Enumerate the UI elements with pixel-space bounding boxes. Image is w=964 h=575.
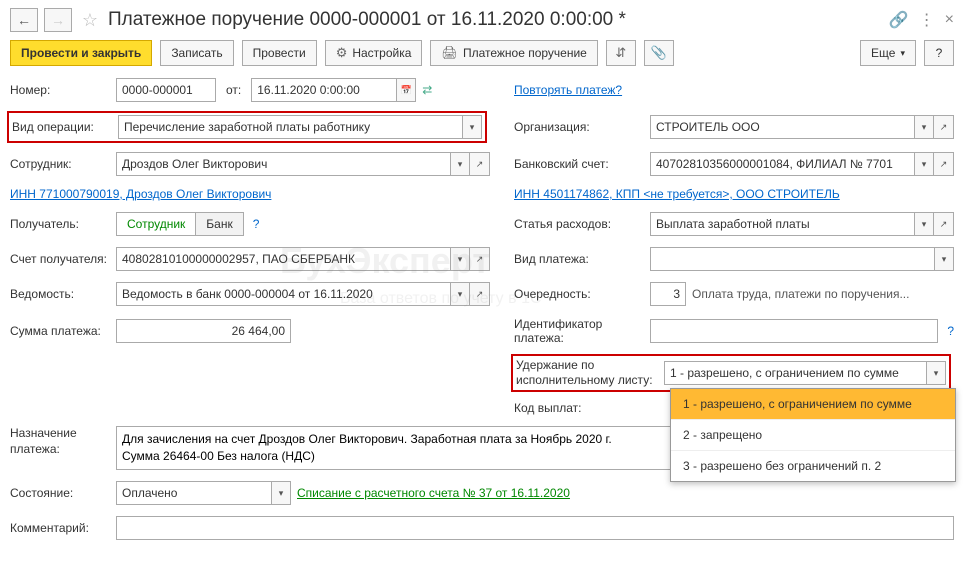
chevron-down-icon[interactable]: ▾ [914,152,934,176]
employee-label: Сотрудник: [10,157,110,171]
print-icon: 🖨 [441,45,458,61]
favorite-icon[interactable]: ☆ [78,8,102,32]
attachments-button[interactable]: 📎 [644,40,674,66]
chevron-down-icon[interactable]: ▾ [450,152,470,176]
save-button[interactable]: Записать [160,40,233,66]
chevron-down-icon[interactable]: ▾ [462,115,482,139]
org-label: Организация: [514,120,644,134]
op-type-label: Вид операции: [12,120,112,134]
hierarchy-icon: ⇵ [615,45,626,61]
chevron-down-icon[interactable]: ▾ [914,212,934,236]
rec-acc-select[interactable]: 40802810100000002957, ПАО СБЕРБАНК [116,247,450,271]
chevron-down-icon[interactable]: ▾ [934,247,954,271]
writeoff-link[interactable]: Списание с расчетного счета № 37 от 16.1… [297,486,570,500]
pay-type-label: Вид платежа: [514,252,644,266]
close-icon[interactable]: × [945,11,954,29]
toggle-employee[interactable]: Сотрудник [117,213,195,235]
priority-hint: Оплата труда, платежи по поручения... [692,287,909,301]
calendar-icon[interactable]: 📅 [396,78,416,102]
date-input[interactable]: 16.11.2020 0:00:00 [251,78,396,102]
chevron-down-icon[interactable]: ▾ [926,361,946,385]
nav-forward-button[interactable]: → [44,8,72,32]
chevron-down-icon[interactable]: ▾ [450,247,470,271]
print-button[interactable]: 🖨Платежное поручение [430,40,597,66]
open-icon[interactable]: ↗ [470,282,490,306]
org-select[interactable]: СТРОИТЕЛЬ ООО [650,115,914,139]
dropdown-option-3[interactable]: 3 - разрешено без ограничений п. 2 [671,450,955,481]
inn-left-link[interactable]: ИНН 771000790019, Дроздов Олег Викторови… [10,187,271,201]
inn-right-link[interactable]: ИНН 4501174862, КПП <не требуется>, ООО … [514,187,840,201]
purpose-label: Назначение платежа: [10,426,110,457]
comment-label: Комментарий: [10,521,110,535]
sheet-select[interactable]: Ведомость в банк 0000-000004 от 16.11.20… [116,282,450,306]
payer-id-label: Идентификатор платежа: [514,317,644,345]
open-icon[interactable]: ↗ [934,115,954,139]
from-label: от: [226,83,241,97]
repeat-payment-link[interactable]: Повторять платеж? [514,83,622,97]
kebab-icon[interactable]: ⋮ [919,10,935,30]
help-icon[interactable]: ? [253,217,260,231]
pay-type-select[interactable] [650,247,934,271]
gear-icon: ⚙ [336,45,348,61]
open-icon[interactable]: ↗ [934,152,954,176]
recipient-toggle[interactable]: Сотрудник Банк [116,212,244,236]
recipient-label: Получатель: [10,217,110,231]
bank-acc-label: Банковский счет: [514,157,644,171]
withhold-dropdown: 1 - разрешено, с ограничением по сумме 2… [670,388,956,482]
state-label: Состояние: [10,486,110,500]
settings-button[interactable]: ⚙Настройка [325,40,423,66]
rec-acc-label: Счет получателя: [10,252,110,266]
chevron-down-icon[interactable]: ▾ [271,481,291,505]
number-input[interactable]: 0000-000001 [116,78,216,102]
more-button[interactable]: Еще ▾ [860,40,916,66]
paperclip-icon: 📎 [651,45,667,61]
link-icon[interactable]: 🔗 [889,10,909,30]
exp-item-label: Статья расходов: [514,217,644,231]
toggle-bank[interactable]: Банк [195,213,242,235]
open-icon[interactable]: ↗ [470,152,490,176]
exp-item-select[interactable]: Выплата заработной платы [650,212,914,236]
comment-input[interactable] [116,516,954,540]
sum-label: Сумма платежа: [10,324,110,338]
employee-select[interactable]: Дроздов Олег Викторович [116,152,450,176]
help-button[interactable]: ? [924,40,954,66]
post-button[interactable]: Провести [242,40,317,66]
open-icon[interactable]: ↗ [934,212,954,236]
post-and-close-button[interactable]: Провести и закрыть [10,40,152,66]
sum-input[interactable]: 26 464,00 [116,319,291,343]
window-title: Платежное поручение 0000-000001 от 16.11… [108,9,883,31]
chevron-down-icon[interactable]: ▾ [914,115,934,139]
transfer-icon[interactable]: ⇄ [422,83,432,97]
priority-input[interactable]: 3 [650,282,686,306]
bank-acc-select[interactable]: 40702810356000001084, ФИЛИАЛ № 7701 [650,152,914,176]
payer-id-input[interactable] [650,319,938,343]
sheet-label: Ведомость: [10,287,110,301]
chevron-down-icon[interactable]: ▾ [450,282,470,306]
pay-code-label: Код выплат: [514,401,644,415]
withhold-label: Удержание по исполнительному листу: [516,358,658,388]
priority-label: Очередность: [514,287,644,301]
number-label: Номер: [10,83,110,97]
dropdown-option-2[interactable]: 2 - запрещено [671,419,955,450]
dropdown-option-1[interactable]: 1 - разрешено, с ограничением по сумме [671,389,955,419]
withhold-select[interactable]: 1 - разрешено, с ограничением по сумме [664,361,926,385]
open-icon[interactable]: ↗ [470,247,490,271]
help-icon[interactable]: ? [947,324,954,338]
related-button[interactable]: ⇵ [606,40,636,66]
state-select[interactable]: Оплачено [116,481,271,505]
nav-back-button[interactable]: ← [10,8,38,32]
op-type-select[interactable]: Перечисление заработной платы работнику [118,115,462,139]
